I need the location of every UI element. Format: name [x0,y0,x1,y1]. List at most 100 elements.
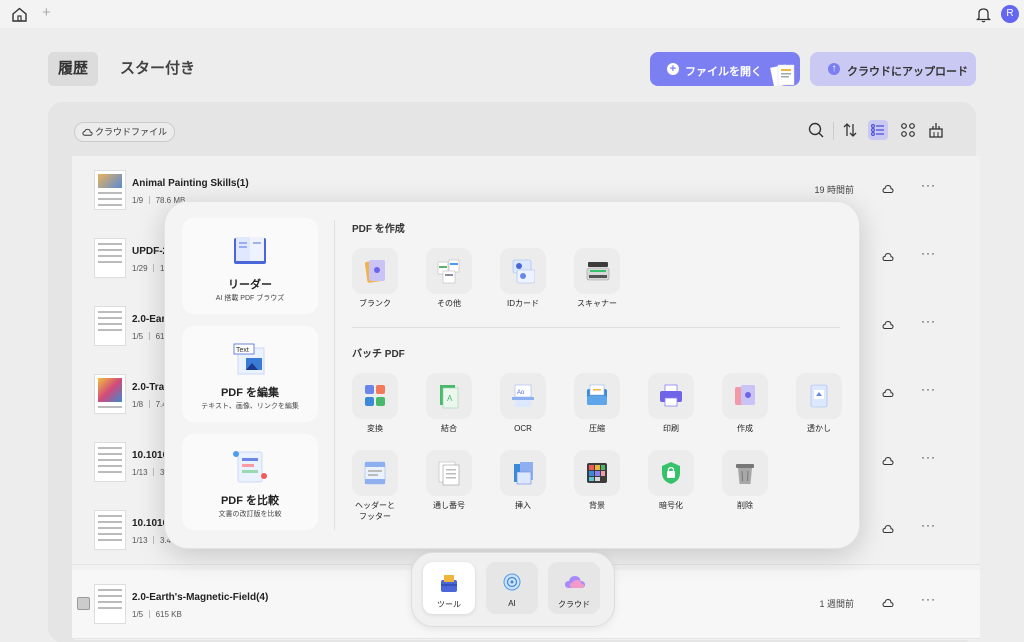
edit-pdf-title: PDF を編集 [220,387,280,399]
create-batch-button[interactable] [722,373,768,419]
toolbar-divider [833,122,834,140]
background-button[interactable] [574,450,620,496]
encrypt-button[interactable] [648,450,694,496]
file-name: 2.0-Ear [132,314,166,325]
cloud-upload-icon[interactable] [882,598,894,608]
numbering-icon [438,461,460,486]
convert-icon [365,385,385,406]
tab-starred[interactable]: スター付き [116,52,199,86]
compare-pdf-title: PDF を比較 [220,495,280,507]
upload-label: クラウドにアップロード [847,66,968,78]
book-icon [234,237,266,264]
file-time: 1 週間前 [819,599,854,609]
upload-to-cloud-button[interactable]: ↑ クラウドにアップロード [810,52,976,86]
svg-text:Text: Text [236,347,249,354]
file-name: Animal Painting Skills(1) [132,178,249,189]
combine-button[interactable]: A [426,373,472,419]
file-thumbnail [94,442,126,482]
cloud-upload-icon[interactable] [882,252,894,262]
dock-tools-button[interactable]: ツール [423,562,475,614]
combine-label: 結合 [441,424,457,433]
other-pdf-button[interactable] [426,248,472,294]
edit-pdf-card[interactable]: Text PDF を編集 テキスト、画像、リンクを編集 [182,326,318,422]
ocr-button[interactable]: Ao [500,373,546,419]
background-label: 背景 [589,501,605,510]
cloud-upload-icon[interactable] [882,184,894,194]
dock-ai-button[interactable]: AI [486,562,538,614]
insert-button[interactable] [500,450,546,496]
file-meta: 1/5 ｜ 615 KB [132,610,182,619]
other-files-icon [437,259,460,284]
encrypt-label: 暗号化 [659,501,683,510]
bell-icon[interactable] [975,6,992,23]
blank-pdf-button[interactable] [352,248,398,294]
cloud-upload-icon[interactable] [882,456,894,466]
delete-label: 削除 [737,501,753,510]
convert-label: 変換 [367,424,383,433]
file-name: 10.1016 [132,518,169,529]
dock-cloud-label: クラウド [558,600,590,609]
open-file-button[interactable]: + ファイルを開く [650,52,800,86]
cloud-files-label: クラウドファイル [95,127,168,137]
compare-pdf-card[interactable]: PDF を比較 文書の改訂版を比較 [182,434,318,530]
id-card-button[interactable] [500,248,546,294]
more-icon[interactable]: ··· [921,518,936,532]
tab-history[interactable]: 履歴 [48,52,98,86]
more-icon[interactable]: ··· [921,450,936,464]
compress-icon [587,384,607,405]
ai-orb-icon [503,573,521,591]
trash-icon [736,464,754,484]
header-footer-button[interactable] [352,450,398,496]
file-thumbnail [94,510,126,550]
file-thumbnail [94,170,126,210]
home-icon[interactable] [11,6,28,23]
watermark-label: 透かし [807,424,831,433]
dock-cloud-button[interactable]: クラウド [548,562,600,614]
scanner-label: スキャナー [577,299,617,308]
ocr-label: OCR [514,424,532,433]
more-icon[interactable]: ··· [921,246,936,260]
cloud-upload-icon[interactable] [882,320,894,330]
print-button[interactable] [648,373,694,419]
open-file-label: ファイルを開く [685,66,762,78]
sort-icon[interactable] [840,120,860,140]
reader-subtitle: AI 搭載 PDF ブラウズ [215,295,285,302]
more-icon[interactable]: ··· [921,382,936,396]
header-footer-icon [364,461,386,485]
create-pdf-heading: PDF を作成 [352,224,405,235]
more-icon[interactable]: ··· [921,314,936,328]
toolbox-icon [441,575,457,592]
cloud-icon [82,128,93,136]
combine-icon: A [440,385,459,409]
shield-icon [662,462,680,484]
svg-text:A: A [447,394,453,403]
new-tab-icon[interactable]: + [42,4,51,21]
cloud-upload-icon[interactable] [882,524,894,534]
cloud-upload-icon[interactable] [882,388,894,398]
grid-view-icon[interactable] [898,120,918,140]
file-thumbnail [94,584,126,624]
cloud-files-chip[interactable]: クラウドファイル [74,122,176,142]
file-thumbnail [94,306,126,346]
watermark-icon [810,384,828,408]
delete-button[interactable] [722,450,768,496]
file-name: UPDF-2 [132,246,169,257]
create-file-icon [735,385,755,405]
row-checkbox[interactable] [77,597,90,610]
search-icon[interactable] [806,120,826,140]
list-view-icon[interactable] [868,120,888,140]
compress-button[interactable] [574,373,620,419]
more-icon[interactable]: ··· [921,178,936,192]
convert-button[interactable] [352,373,398,419]
avatar[interactable]: R [1001,5,1019,23]
reader-card[interactable]: リーダー AI 搭載 PDF ブラウズ [182,218,318,314]
file-meta: 1/8 ｜ 7.4 [132,400,167,409]
more-icon[interactable]: ··· [921,592,936,606]
section-divider [352,327,840,328]
clean-icon[interactable] [926,120,946,140]
bates-number-button[interactable] [426,450,472,496]
blank-pdf-label: ブランク [359,299,391,308]
watermark-button[interactable] [796,373,842,419]
plus-icon: + [667,63,679,75]
scanner-button[interactable] [574,248,620,294]
